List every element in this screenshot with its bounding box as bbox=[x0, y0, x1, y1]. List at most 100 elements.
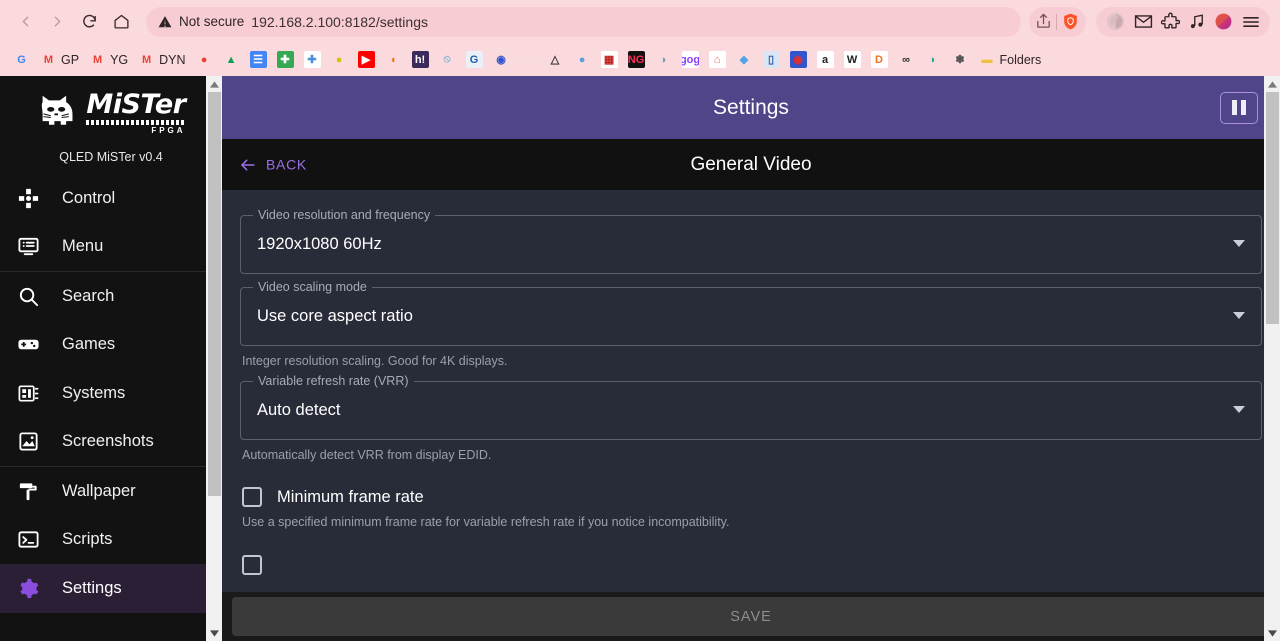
bookmark-item[interactable]: ● bbox=[191, 49, 218, 70]
sidebar-item-systems[interactable]: Systems bbox=[0, 369, 222, 418]
back-nav-button[interactable]: BACK bbox=[238, 155, 307, 174]
page-scroll-down-arrow-icon[interactable] bbox=[1264, 625, 1280, 641]
bookmark-item[interactable]: M YG bbox=[84, 49, 133, 70]
wikipedia-icon: W bbox=[843, 51, 861, 68]
chevron-down-icon[interactable] bbox=[1233, 405, 1245, 416]
sidebar-item-wallpaper[interactable]: Wallpaper bbox=[0, 467, 222, 516]
bookmark-item[interactable]: NG bbox=[623, 49, 650, 70]
url-text[interactable]: 192.168.2.100:8182/settings bbox=[251, 14, 1009, 30]
bookmark-item[interactable]: ∞ bbox=[893, 49, 920, 70]
terminal-icon bbox=[16, 528, 40, 552]
bookmark-item[interactable]: G bbox=[8, 49, 35, 70]
yellow-ball-icon: ● bbox=[335, 53, 343, 66]
bookmark-item[interactable]: ▶ bbox=[353, 49, 380, 70]
music-note-icon[interactable] bbox=[1188, 13, 1206, 31]
logo-row: MiSTer FPGA bbox=[36, 91, 186, 135]
bookmark-item[interactable]: ◑ bbox=[650, 49, 677, 70]
bookmark-item[interactable]: ○ bbox=[515, 49, 542, 70]
itch-io-icon: ⌂ bbox=[708, 51, 726, 68]
no-signal-icon: ⦸ bbox=[443, 53, 451, 65]
scroll-down-arrow-icon[interactable] bbox=[206, 625, 222, 641]
profile-avatar[interactable] bbox=[1214, 12, 1233, 31]
search-icon bbox=[16, 284, 40, 308]
extension-circle-icon[interactable] bbox=[1105, 11, 1126, 32]
bookmark-item[interactable]: ◉ bbox=[488, 49, 515, 70]
bookmark-item[interactable]: ▯ bbox=[758, 49, 785, 70]
bookmark-item[interactable]: ✚ bbox=[299, 49, 326, 70]
google-icon: G bbox=[17, 53, 26, 66]
select-field[interactable]: Video resolution and frequency 1920x1080 … bbox=[240, 208, 1262, 274]
bookmark-item[interactable]: ◆ bbox=[731, 49, 758, 70]
field-legend: Variable refresh rate (VRR) bbox=[253, 374, 414, 388]
bookmark-item[interactable]: W bbox=[839, 49, 866, 70]
sidebar-item-settings[interactable]: Settings bbox=[0, 564, 222, 613]
chevron-down-icon[interactable] bbox=[1233, 311, 1245, 322]
bookmark-item[interactable]: ◖ bbox=[380, 49, 407, 70]
scroll-up-arrow-icon[interactable] bbox=[206, 76, 222, 92]
mail-icon[interactable] bbox=[1134, 12, 1153, 31]
sidebar-item-games[interactable]: Games bbox=[0, 321, 222, 370]
sidebar-item-scripts[interactable]: Scripts bbox=[0, 516, 222, 565]
sidebar-item-label: Screenshots bbox=[62, 432, 154, 451]
sidebar-item-control[interactable]: Control bbox=[0, 174, 222, 223]
select-field[interactable]: Variable refresh rate (VRR) Auto detect bbox=[240, 374, 1262, 440]
puzzle-extension-icon[interactable] bbox=[1161, 12, 1180, 31]
forward-button[interactable] bbox=[42, 7, 72, 37]
save-button-label: SAVE bbox=[730, 608, 772, 625]
field-helper-text: Automatically detect VRR from display ED… bbox=[242, 448, 492, 462]
sidebar-item-menu[interactable]: Menu bbox=[0, 223, 222, 272]
minimum-frame-rate-checkbox[interactable] bbox=[242, 487, 262, 507]
address-bar[interactable]: Not secure 192.168.2.100:8182/settings bbox=[146, 6, 1021, 37]
page-scroll-up-arrow-icon[interactable] bbox=[1264, 76, 1280, 92]
bookmark-item[interactable]: D bbox=[866, 49, 893, 70]
sidebar-group: Control Menu bbox=[0, 174, 222, 271]
sidebar-item-label: Control bbox=[62, 188, 116, 207]
sidebar-scroll-thumb[interactable] bbox=[207, 92, 221, 496]
sidebar-item-search[interactable]: Search bbox=[0, 272, 222, 321]
bookmark-item[interactable]: ▬ Folders bbox=[974, 49, 1047, 70]
bookmark-item[interactable]: G bbox=[461, 49, 488, 70]
select-field[interactable]: Video scaling mode Use core aspect ratio bbox=[240, 280, 1262, 346]
next-option-checkbox[interactable] bbox=[242, 555, 262, 575]
bookmark-item[interactable]: ⦸ bbox=[434, 49, 461, 70]
bookmark-item[interactable]: ▲ bbox=[218, 49, 245, 70]
bookmark-item[interactable]: gog bbox=[677, 49, 704, 70]
page-scroll-thumb[interactable] bbox=[1265, 92, 1279, 324]
minimum-frame-rate-row[interactable]: Minimum frame rate bbox=[240, 487, 1262, 507]
bookmark-item[interactable]: ▦ bbox=[596, 49, 623, 70]
bookmark-item[interactable]: △ bbox=[542, 49, 569, 70]
sidebar-item-label: Games bbox=[62, 335, 116, 354]
bookmark-item[interactable]: ● bbox=[569, 49, 596, 70]
logo-wordmark-block: MiSTer FPGA bbox=[86, 91, 186, 135]
bookmark-item[interactable]: ◗ bbox=[920, 49, 947, 70]
amazon-icon: a bbox=[816, 51, 834, 68]
bookmark-item[interactable]: ◉ bbox=[785, 49, 812, 70]
brave-shield-icon[interactable] bbox=[1061, 12, 1080, 31]
hamburger-menu-icon[interactable] bbox=[1241, 12, 1261, 32]
chevron-down-icon[interactable] bbox=[1233, 239, 1245, 250]
pause-button[interactable] bbox=[1220, 91, 1258, 124]
sidebar-scrollbar[interactable] bbox=[206, 76, 222, 641]
back-button[interactable] bbox=[10, 7, 40, 37]
warning-triangle-icon bbox=[158, 15, 172, 29]
save-button[interactable]: SAVE bbox=[232, 597, 1270, 636]
infinity-icon: ∞ bbox=[902, 53, 910, 66]
bookmark-item[interactable]: ● bbox=[326, 49, 353, 70]
next-option-row-partial[interactable] bbox=[240, 555, 1262, 575]
bookmark-item[interactable]: h! bbox=[407, 49, 434, 70]
home-button[interactable] bbox=[106, 7, 136, 37]
gear-icon bbox=[16, 576, 40, 600]
bookmark-item[interactable]: M GP bbox=[35, 49, 84, 70]
bookmark-label: DYN bbox=[159, 52, 186, 67]
reload-button[interactable] bbox=[74, 7, 104, 37]
bookmark-item[interactable]: a bbox=[812, 49, 839, 70]
bookmark-item[interactable]: M DYN bbox=[133, 49, 190, 70]
bookmark-item[interactable]: ☰ bbox=[245, 49, 272, 70]
page-scrollbar[interactable] bbox=[1264, 76, 1280, 641]
bookmark-item[interactable]: ✚ bbox=[272, 49, 299, 70]
sidebar-item-screenshots[interactable]: Screenshots bbox=[0, 418, 222, 467]
bookmark-item[interactable]: ✽ bbox=[947, 49, 974, 70]
share-icon[interactable] bbox=[1035, 13, 1052, 30]
book-blue-icon: ▯ bbox=[762, 51, 780, 68]
bookmark-item[interactable]: ⌂ bbox=[704, 49, 731, 70]
